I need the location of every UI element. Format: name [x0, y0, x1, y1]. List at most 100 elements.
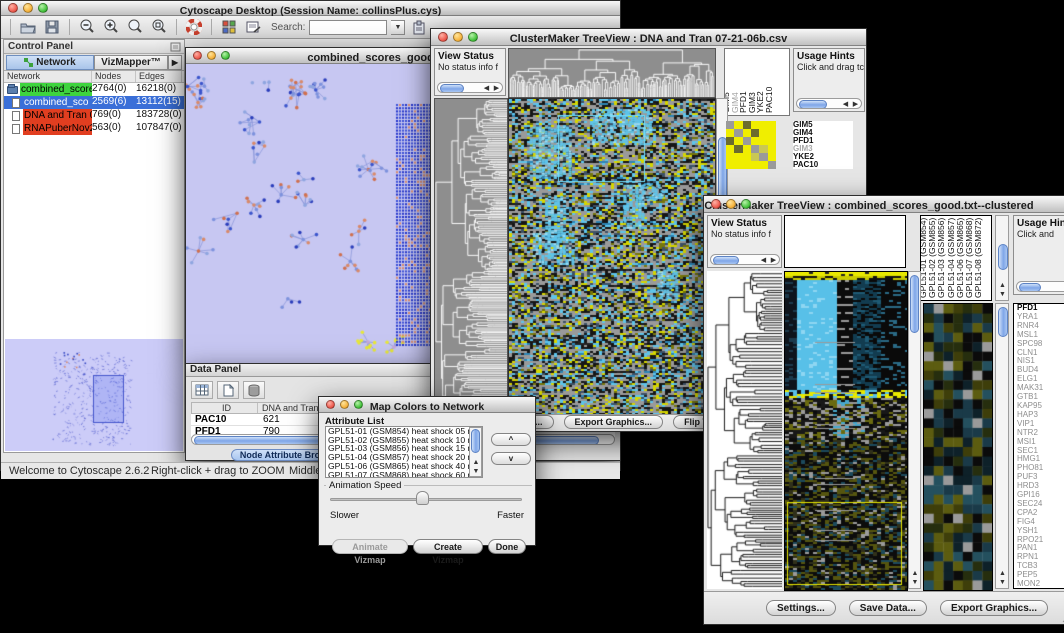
treeview1-titlebar[interactable]: ClusterMaker TreeView : DNA and Tran 07-…	[431, 29, 866, 46]
network-row[interactable]: combined_scores2764(0)16218(0)	[4, 83, 184, 96]
search-input[interactable]	[309, 20, 387, 35]
close-button[interactable]	[193, 51, 202, 60]
scrollbar-thumb[interactable]	[471, 429, 480, 453]
gene-list-scrollbar[interactable]: ▲ ▼	[995, 303, 1009, 589]
birdseye-view[interactable]	[5, 339, 183, 451]
scroll-down-arrow-icon[interactable]: ▼	[910, 579, 921, 587]
select-attributes-button[interactable]	[191, 381, 213, 399]
minimize-button[interactable]	[340, 400, 349, 409]
minimize-button[interactable]	[23, 3, 33, 13]
scrollbar-thumb[interactable]	[910, 275, 919, 333]
gene-dendrogram-canvas[interactable]	[434, 98, 508, 418]
speed-slider-thumb[interactable]	[416, 491, 429, 505]
network-table-body: combined_scores2764(0)16218(0)combined_s…	[4, 83, 184, 135]
usage-hints-scrollbar[interactable]: ◀ ▶	[796, 98, 862, 109]
help-button[interactable]	[184, 18, 204, 36]
scroll-right-arrow-icon[interactable]: ▶	[850, 101, 861, 109]
view-status-scrollbar[interactable]: ◀ ▶	[710, 254, 780, 265]
zoom-button[interactable]	[354, 400, 363, 409]
save-session-button[interactable]	[42, 18, 62, 36]
column-labels-scrollbar[interactable]: ▲ ▼	[995, 215, 1009, 301]
tab-overflow-button[interactable]: ▶	[168, 55, 182, 70]
zoom-button[interactable]	[38, 3, 48, 13]
scroll-up-arrow-icon[interactable]: ▲	[910, 570, 921, 578]
attribute-list[interactable]: GPL51-01 (GSM854) heat shock 05 minGPL51…	[325, 426, 483, 478]
index-button[interactable]	[409, 18, 429, 36]
close-button[interactable]	[326, 400, 335, 409]
zoom-button[interactable]	[468, 32, 478, 42]
scroll-right-arrow-icon[interactable]: ▶	[491, 85, 502, 93]
vizmapper-shortcut-button[interactable]	[219, 18, 239, 36]
scrollbar-thumb[interactable]	[998, 244, 1008, 270]
scroll-down-arrow-icon[interactable]: ▼	[997, 579, 1008, 587]
annotation-button[interactable]	[243, 18, 263, 36]
main-titlebar[interactable]: Cytoscape Desktop (Session Name: collins…	[1, 1, 620, 16]
minimize-button[interactable]	[726, 199, 736, 209]
view-status-scrollbar[interactable]: ◀ ▶	[437, 82, 503, 93]
scroll-right-arrow-icon[interactable]: ▶	[768, 257, 779, 265]
heatmap-vscrollbar[interactable]: ▲ ▼	[908, 271, 921, 589]
gene-item[interactable]: MON2	[1017, 580, 1064, 589]
attribute-item[interactable]: GPL51-07 (GSM868) heat shock 60 min	[326, 471, 482, 478]
main-heatmap-canvas[interactable]	[508, 98, 716, 418]
zoom-button[interactable]	[221, 51, 230, 60]
network-row[interactable]: combined_sco2569(6)13112(15)	[4, 96, 184, 109]
gene-list[interactable]: PFD1YRA1RNR4MSL1SPC98CLN1NIS1BUD4ELG1MAK…	[1013, 303, 1064, 589]
close-button[interactable]	[711, 199, 721, 209]
zoom-in-button[interactable]	[101, 18, 121, 36]
tab-vizmapper[interactable]: VizMapper™	[94, 55, 168, 70]
column-dendrogram-canvas[interactable]	[508, 48, 716, 98]
new-attribute-button[interactable]	[217, 381, 239, 399]
scroll-down-arrow-icon[interactable]: ▼	[997, 291, 1008, 299]
open-file-button[interactable]	[18, 18, 38, 36]
column-header-nodes[interactable]: Nodes	[92, 71, 136, 82]
scroll-up-arrow-icon[interactable]: ▲	[471, 459, 482, 467]
scrollbar-thumb[interactable]	[799, 100, 827, 109]
scrollbar-thumb[interactable]	[998, 307, 1008, 337]
attribute-list-scrollbar[interactable]: ▲ ▼	[469, 427, 482, 477]
tab-network[interactable]: Network	[6, 55, 94, 70]
animate-vizmap-button[interactable]: Animate Vizmap	[332, 539, 408, 554]
zoom-button[interactable]	[741, 199, 751, 209]
gene-dendrogram-canvas[interactable]	[707, 271, 782, 589]
treeview2-buttonbar: Settings... Save Data... Export Graphics..…	[704, 591, 1064, 624]
dialog-titlebar[interactable]: Map Colors to Network	[319, 397, 535, 413]
network-row[interactable]: RNAPuberNov2+I563(0)107847(0)	[4, 122, 184, 135]
scrollbar-thumb[interactable]	[1019, 283, 1041, 292]
delete-attribute-button[interactable]	[243, 381, 265, 399]
scroll-up-arrow-icon[interactable]: ▲	[997, 282, 1008, 290]
zoom-out-button[interactable]	[77, 18, 97, 36]
zoom-heatmap-canvas[interactable]	[923, 303, 993, 591]
column-header-edges[interactable]: Edges	[136, 71, 182, 82]
main-heatmap-canvas[interactable]	[784, 271, 908, 591]
export-graphics-button[interactable]: Export Graphics...	[940, 600, 1048, 616]
overview-heatmap[interactable]	[726, 121, 776, 169]
close-button[interactable]	[8, 3, 18, 13]
usage-hints-scrollbar[interactable]	[1016, 281, 1064, 292]
float-panel-icon[interactable]	[170, 42, 181, 52]
done-button[interactable]: Done	[488, 539, 526, 554]
minimize-button[interactable]	[453, 32, 463, 42]
scrollbar-thumb[interactable]	[713, 256, 739, 265]
export-graphics-button[interactable]: Export Graphics...	[564, 415, 664, 429]
save-data-button[interactable]: Save Data...	[849, 600, 927, 616]
search-dropdown-button[interactable]: ▼	[391, 20, 405, 35]
zoom-selected-icon	[151, 19, 167, 35]
scroll-up-arrow-icon[interactable]: ▲	[997, 570, 1008, 578]
settings-button[interactable]: Settings...	[766, 600, 836, 616]
id-column-header[interactable]: ID	[192, 403, 258, 413]
treeview2-titlebar[interactable]: ClusterMaker TreeView : combined_scores_…	[704, 196, 1064, 213]
scrollbar-thumb[interactable]	[440, 84, 464, 93]
data-panel-toolbar	[191, 381, 265, 399]
move-up-button[interactable]: ^	[491, 433, 531, 446]
column-header-network[interactable]: Network	[4, 71, 92, 82]
close-button[interactable]	[438, 32, 448, 42]
move-down-button[interactable]: v	[491, 452, 531, 465]
network-row[interactable]: DNA and Tran 07769(0)183728(0)	[4, 109, 184, 122]
column-dendrogram-area[interactable]	[784, 215, 906, 268]
scroll-down-arrow-icon[interactable]: ▼	[471, 468, 482, 476]
zoom-fit-button[interactable]	[125, 18, 145, 36]
create-vizmap-button[interactable]: Create Vizmap	[413, 539, 483, 554]
zoom-selected-button[interactable]	[149, 18, 169, 36]
minimize-button[interactable]	[207, 51, 216, 60]
